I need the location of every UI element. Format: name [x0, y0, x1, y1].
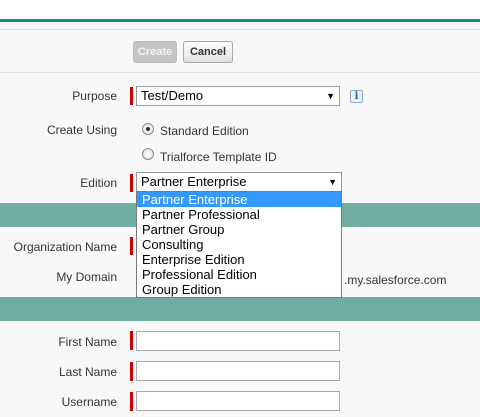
my-domain-label: My Domain [56, 270, 117, 284]
first-name-label: First Name [58, 335, 117, 349]
info-icon[interactable]: i [350, 90, 363, 103]
first-name-input[interactable] [136, 331, 340, 351]
organization-name-label: Organization Name [13, 240, 117, 254]
required-indicator [130, 237, 133, 255]
section-header [0, 297, 480, 321]
radio-label-trialforce-template: Trialforce Template ID [160, 150, 277, 164]
required-indicator [130, 392, 133, 411]
edition-select[interactable]: Partner Enterprise ▼ [136, 172, 342, 192]
dropdown-option[interactable]: Partner Enterprise [137, 192, 341, 207]
my-domain-suffix: .my.salesforce.com [344, 273, 447, 287]
radio-standard-edition[interactable] [142, 123, 154, 135]
dropdown-option[interactable]: Partner Group [137, 222, 341, 237]
cancel-button[interactable]: Cancel [183, 41, 233, 63]
dropdown-option[interactable]: Consulting [137, 237, 341, 252]
last-name-input[interactable] [136, 361, 340, 381]
dropdown-option[interactable]: Group Edition [137, 282, 341, 297]
dropdown-option[interactable]: Enterprise Edition [137, 252, 341, 267]
page-header-area [0, 0, 480, 19]
radio-trialforce-template[interactable] [142, 148, 154, 160]
required-indicator [130, 331, 133, 350]
last-name-label: Last Name [58, 365, 117, 379]
header-accent-rule [0, 19, 480, 22]
required-indicator [130, 174, 133, 192]
radio-label-standard-edition: Standard Edition [160, 124, 249, 138]
username-label: Username [61, 395, 117, 409]
edition-value: Partner Enterprise [141, 174, 247, 189]
dropdown-option[interactable]: Professional Edition [137, 267, 341, 282]
chevron-down-icon: ▼ [326, 91, 335, 101]
dropdown-option[interactable]: Partner Professional [137, 207, 341, 222]
purpose-value: Test/Demo [141, 88, 204, 103]
edition-dropdown-list: Partner Enterprise Partner Professional … [136, 191, 342, 298]
divider [0, 29, 480, 30]
create-using-label: Create Using [46, 123, 117, 137]
required-indicator [130, 87, 133, 105]
purpose-select[interactable]: Test/Demo ▼ [136, 86, 340, 106]
edition-label: Edition [80, 176, 117, 190]
chevron-down-icon: ▼ [328, 177, 337, 187]
username-input[interactable] [136, 391, 340, 411]
purpose-label: Purpose [72, 89, 117, 103]
create-button[interactable]: Create [133, 41, 177, 63]
required-indicator [130, 362, 133, 381]
divider [0, 72, 480, 73]
